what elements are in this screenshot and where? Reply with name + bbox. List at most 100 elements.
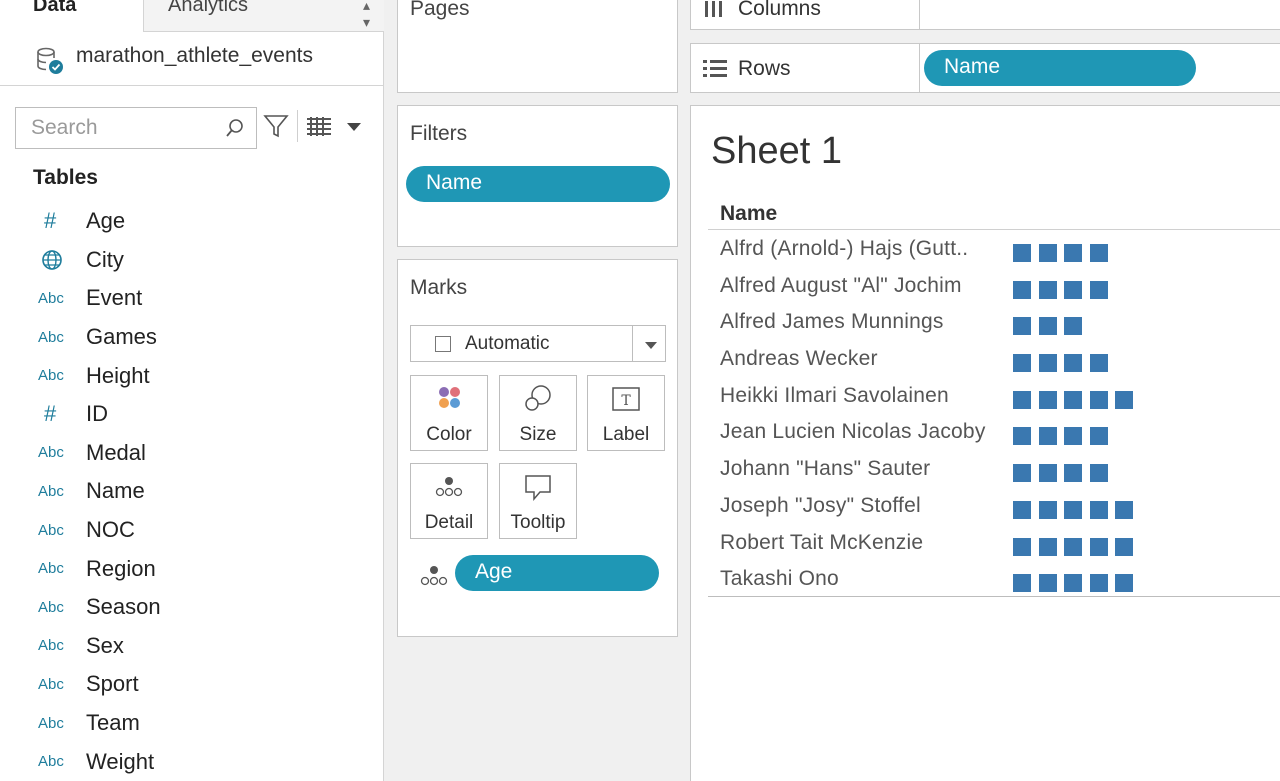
square-mark[interactable] — [1089, 574, 1108, 593]
square-mark[interactable] — [1064, 280, 1082, 299]
chevron-down-icon[interactable] — [644, 341, 658, 350]
square-mark[interactable] — [1064, 390, 1082, 409]
square-mark[interactable] — [1089, 427, 1108, 446]
square-mark[interactable] — [1064, 574, 1082, 593]
row-name-label[interactable]: Alfrd (Arnold-) Hajs (Gutt.. — [720, 237, 968, 261]
row-name-label[interactable]: Alfred August "Al" Jochim — [720, 274, 962, 298]
data-source[interactable]: marathon_athlete_events — [0, 32, 383, 86]
field-team[interactable]: Abc Team — [0, 704, 383, 743]
square-mark[interactable] — [1038, 537, 1057, 556]
age-detail-pill[interactable]: Age — [455, 555, 659, 591]
square-mark[interactable] — [1038, 574, 1057, 593]
square-mark[interactable] — [1064, 500, 1082, 519]
table-row[interactable]: Alfrd (Arnold-) Hajs (Gutt.. — [720, 231, 1280, 268]
detail-button[interactable]: Detail — [410, 463, 488, 539]
chevron-down-icon[interactable] — [346, 121, 362, 133]
sort-arrows-icon[interactable]: ▴ ▾ — [363, 0, 370, 31]
row-name-label[interactable]: Andreas Wecker — [720, 347, 878, 371]
row-name-label[interactable]: Alfred James Munnings — [720, 310, 944, 334]
square-mark[interactable] — [1064, 537, 1082, 556]
field-season[interactable]: Abc Season — [0, 588, 383, 627]
square-mark[interactable] — [1013, 537, 1031, 556]
square-mark[interactable] — [1089, 537, 1108, 556]
tab-data[interactable]: Data — [0, 0, 143, 32]
search-icon[interactable] — [224, 117, 246, 139]
table-row[interactable]: Takashi Ono — [720, 561, 1280, 598]
color-button[interactable]: Color — [410, 375, 488, 451]
square-mark[interactable] — [1038, 317, 1057, 336]
filter-pill-name[interactable]: Name — [406, 166, 670, 202]
square-mark[interactable] — [1038, 464, 1057, 483]
square-mark[interactable] — [1115, 500, 1133, 519]
square-mark[interactable] — [1064, 317, 1082, 336]
row-name-label[interactable]: Jean Lucien Nicolas Jacoby — [720, 420, 986, 444]
row-name-label[interactable]: Johann "Hans" Sauter — [720, 457, 930, 481]
search-input[interactable] — [31, 116, 211, 140]
field-region[interactable]: Abc Region — [0, 549, 383, 588]
square-mark[interactable] — [1089, 244, 1108, 262]
size-button[interactable]: Size — [499, 375, 577, 451]
field-city[interactable]: City — [0, 241, 383, 280]
square-mark[interactable] — [1013, 500, 1031, 519]
square-mark[interactable] — [1089, 354, 1108, 373]
square-mark[interactable] — [1115, 574, 1133, 593]
field-sex[interactable]: Abc Sex — [0, 627, 383, 666]
square-mark[interactable] — [1089, 464, 1108, 483]
tab-analytics[interactable]: Analytics ▴ ▾ — [143, 0, 384, 32]
field-games[interactable]: Abc Games — [0, 318, 383, 357]
square-mark[interactable] — [1013, 464, 1031, 483]
table-row[interactable]: Robert Tait McKenzie — [720, 525, 1280, 562]
field-sport[interactable]: Abc Sport — [0, 665, 383, 704]
square-mark[interactable] — [1064, 244, 1082, 262]
row-name-label[interactable]: Joseph "Josy" Stoffel — [720, 494, 921, 518]
mark-type-dropdown[interactable]: Automatic — [410, 325, 666, 362]
row-name-label[interactable]: Robert Tait McKenzie — [720, 531, 923, 555]
view-list-icon[interactable] — [307, 117, 331, 137]
square-mark[interactable] — [1013, 354, 1031, 373]
column-header-name[interactable]: Name — [720, 202, 777, 226]
row-name-label[interactable]: Takashi Ono — [720, 567, 839, 591]
pages-card[interactable]: Pages — [397, 0, 678, 93]
field-noc[interactable]: Abc NOC — [0, 511, 383, 550]
square-mark[interactable] — [1115, 390, 1133, 409]
square-mark[interactable] — [1038, 390, 1057, 409]
square-mark[interactable] — [1064, 354, 1082, 373]
table-row[interactable]: Heikki Ilmari Savolainen — [720, 378, 1280, 415]
rows-shelf[interactable]: Rows Name — [690, 43, 1280, 93]
filter-icon[interactable] — [262, 112, 290, 140]
square-mark[interactable] — [1013, 244, 1031, 262]
search-field[interactable] — [15, 107, 257, 149]
tooltip-button[interactable]: Tooltip — [499, 463, 577, 539]
square-mark[interactable] — [1038, 427, 1057, 446]
square-mark[interactable] — [1038, 244, 1057, 262]
square-mark[interactable] — [1089, 390, 1108, 409]
sheet-title[interactable]: Sheet 1 — [711, 130, 842, 173]
square-mark[interactable] — [1013, 280, 1031, 299]
square-mark[interactable] — [1038, 500, 1057, 519]
table-row[interactable]: Alfred James Munnings — [720, 304, 1280, 341]
square-mark[interactable] — [1013, 427, 1031, 446]
field-height[interactable]: Abc Height — [0, 356, 383, 395]
table-row[interactable]: Andreas Wecker — [720, 341, 1280, 378]
columns-shelf[interactable]: Columns — [690, 0, 1280, 30]
rows-pill-name[interactable]: Name — [924, 50, 1196, 86]
row-name-label[interactable]: Heikki Ilmari Savolainen — [720, 384, 949, 408]
square-mark[interactable] — [1089, 280, 1108, 299]
field-weight[interactable]: Abc Weight — [0, 742, 383, 781]
label-button[interactable]: T Label — [587, 375, 665, 451]
square-mark[interactable] — [1013, 390, 1031, 409]
table-row[interactable]: Joseph "Josy" Stoffel — [720, 488, 1280, 525]
square-mark[interactable] — [1038, 280, 1057, 299]
square-mark[interactable] — [1013, 317, 1031, 336]
filters-card[interactable]: Filters Name — [397, 105, 678, 247]
square-mark[interactable] — [1064, 464, 1082, 483]
square-mark[interactable] — [1038, 354, 1057, 373]
square-mark[interactable] — [1115, 537, 1133, 556]
field-medal[interactable]: Abc Medal — [0, 434, 383, 473]
square-mark[interactable] — [1064, 427, 1082, 446]
square-mark[interactable] — [1013, 574, 1031, 593]
field-age[interactable]: # Age — [0, 202, 383, 241]
field-name-item[interactable]: Abc Name — [0, 472, 383, 511]
field-id[interactable]: # ID — [0, 395, 383, 434]
table-row[interactable]: Johann "Hans" Sauter — [720, 451, 1280, 488]
